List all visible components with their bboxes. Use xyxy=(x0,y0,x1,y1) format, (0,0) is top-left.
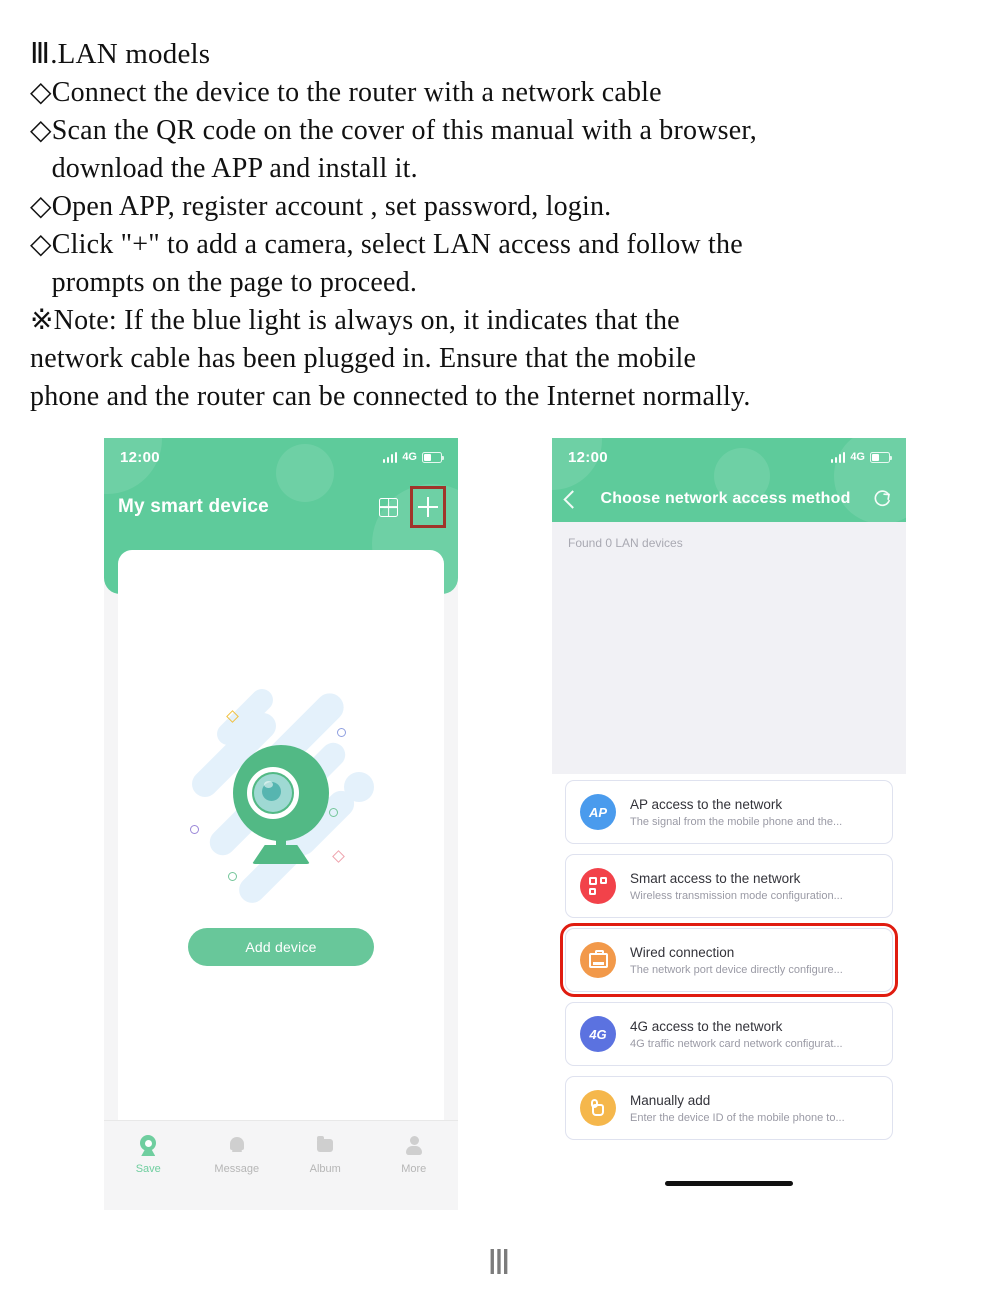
camera-stand xyxy=(252,845,310,864)
instruction-line: ◇Connect the device to the router with a… xyxy=(30,77,662,108)
status-time: 12:00 xyxy=(120,448,160,466)
method-title: Manually add xyxy=(630,1092,711,1108)
method-subtitle: The network port device directly configu… xyxy=(630,963,843,976)
battery-icon xyxy=(870,451,892,463)
tab-save[interactable]: Save xyxy=(104,1135,193,1175)
instruction-line: download the APP and install it. xyxy=(30,153,418,184)
phone-screenshot-right: 12:00 4G Choose network access method Fo… xyxy=(552,438,906,1210)
four-g-icon: 4G xyxy=(580,1012,624,1052)
folder-icon xyxy=(314,1135,336,1157)
grid-view-icon[interactable] xyxy=(379,497,398,517)
tab-label: More xyxy=(401,1163,427,1175)
accent-circle-purple xyxy=(190,825,199,834)
method-item-manual[interactable]: Manually add Enter the device ID of the … xyxy=(565,1076,893,1140)
camera-illustration xyxy=(166,684,396,910)
device-list-card: Add device xyxy=(118,550,444,1210)
signal-bars-icon xyxy=(830,451,846,463)
method-item-smart[interactable]: Smart access to the network Wireless tra… xyxy=(565,854,893,918)
home-indicator xyxy=(665,1181,793,1186)
person-icon xyxy=(403,1135,425,1157)
network-method-list: AP AP access to the network The signal f… xyxy=(552,780,906,1140)
tab-more[interactable]: More xyxy=(370,1135,459,1175)
method-title: Wired connection xyxy=(630,944,735,960)
tab-label: Save xyxy=(135,1163,161,1175)
method-title: Smart access to the network xyxy=(630,870,801,886)
note-line: ※Note: If the blue light is always on, i… xyxy=(30,305,680,336)
qr-code-icon xyxy=(580,868,616,904)
method-title: AP access to the network xyxy=(630,796,783,812)
status-bar-left: 12:00 4G xyxy=(104,438,458,476)
note-line: phone and the router can be connected to… xyxy=(30,381,751,412)
app-bar-left: My smart device xyxy=(104,476,458,538)
bell-icon xyxy=(226,1135,248,1157)
ethernet-port-icon xyxy=(580,942,616,978)
status-bar-right: 12:00 4G xyxy=(552,438,906,476)
method-subtitle: Wireless transmission mode configuration… xyxy=(630,889,843,902)
ap-icon: AP xyxy=(580,794,616,830)
network-type-label: 4G xyxy=(402,451,417,463)
empty-state: Add device xyxy=(118,684,444,966)
instruction-line: ◇Click "+" to add a camera, select LAN a… xyxy=(30,229,743,260)
method-subtitle: Enter the device ID of the mobile phone … xyxy=(630,1111,845,1124)
instruction-line: ◇Open APP, register account , set passwo… xyxy=(30,191,612,222)
tap-hand-icon xyxy=(580,1090,616,1126)
method-item-4g[interactable]: 4G 4G access to the network 4G traffic n… xyxy=(565,1002,893,1066)
method-text: Wired connection The network port device… xyxy=(630,945,843,976)
bottom-tab-bar: Save Message Album More xyxy=(104,1120,458,1210)
page-title: Choose network access method xyxy=(600,490,851,507)
webcam-glyph xyxy=(226,745,336,865)
refresh-icon[interactable] xyxy=(872,489,892,509)
battery-icon xyxy=(422,451,444,463)
instruction-line: ◇Scan the QR code on the cover of this m… xyxy=(30,115,757,146)
app-bar-actions xyxy=(379,486,446,528)
instruction-text-block: Ⅲ.LAN models ◇Connect the device to the … xyxy=(30,34,980,416)
method-title: 4G access to the network xyxy=(630,1018,783,1034)
method-text: AP access to the network The signal from… xyxy=(630,797,842,828)
instruction-line: prompts on the page to proceed. xyxy=(30,267,418,298)
phone-screenshot-left: 12:00 4G My smart device Add device Save… xyxy=(104,438,458,1210)
page-title: My smart device xyxy=(118,496,269,517)
accent-circle-green xyxy=(228,872,237,881)
tab-label: Message xyxy=(214,1163,260,1175)
camera-icon xyxy=(137,1135,159,1157)
tab-message[interactable]: Message xyxy=(193,1135,282,1175)
wifi-arc-icon xyxy=(608,1012,624,1028)
scan-result-area: Found 0 LAN devices xyxy=(552,522,906,774)
method-subtitle: The signal from the mobile phone and the… xyxy=(630,815,843,828)
method-subtitle: 4G traffic network card network configur… xyxy=(630,1037,843,1050)
nav-bar-right: Choose network access method xyxy=(552,476,906,522)
method-item-ap[interactable]: AP AP access to the network The signal f… xyxy=(565,780,893,844)
scan-status-text: Found 0 LAN devices xyxy=(568,536,683,550)
decorative-blob xyxy=(344,772,374,802)
status-indicators: 4G xyxy=(830,451,892,463)
page-number: Ⅲ xyxy=(487,1245,513,1282)
note-line: network cable has been plugged in. Ensur… xyxy=(30,343,697,374)
four-g-icon-label: 4G xyxy=(589,1026,607,1042)
method-text: 4G access to the network 4G traffic netw… xyxy=(630,1019,843,1050)
add-device-button-highlight[interactable] xyxy=(410,486,446,528)
network-type-label: 4G xyxy=(850,451,865,463)
method-text: Manually add Enter the device ID of the … xyxy=(630,1093,845,1124)
status-indicators: 4G xyxy=(382,451,444,463)
camera-glint xyxy=(264,781,273,788)
tab-album[interactable]: Album xyxy=(281,1135,370,1175)
accent-circle-blue xyxy=(337,728,346,737)
add-device-button[interactable]: Add device xyxy=(188,928,374,966)
section-heading: Ⅲ.LAN models xyxy=(30,38,211,70)
plus-icon[interactable] xyxy=(418,497,438,517)
method-item-wired[interactable]: Wired connection The network port device… xyxy=(560,923,898,997)
tab-label: Album xyxy=(309,1163,341,1175)
method-text: Smart access to the network Wireless tra… xyxy=(630,871,843,902)
signal-bars-icon xyxy=(382,451,398,463)
status-time: 12:00 xyxy=(568,448,608,466)
ap-icon-label: AP xyxy=(588,804,608,820)
